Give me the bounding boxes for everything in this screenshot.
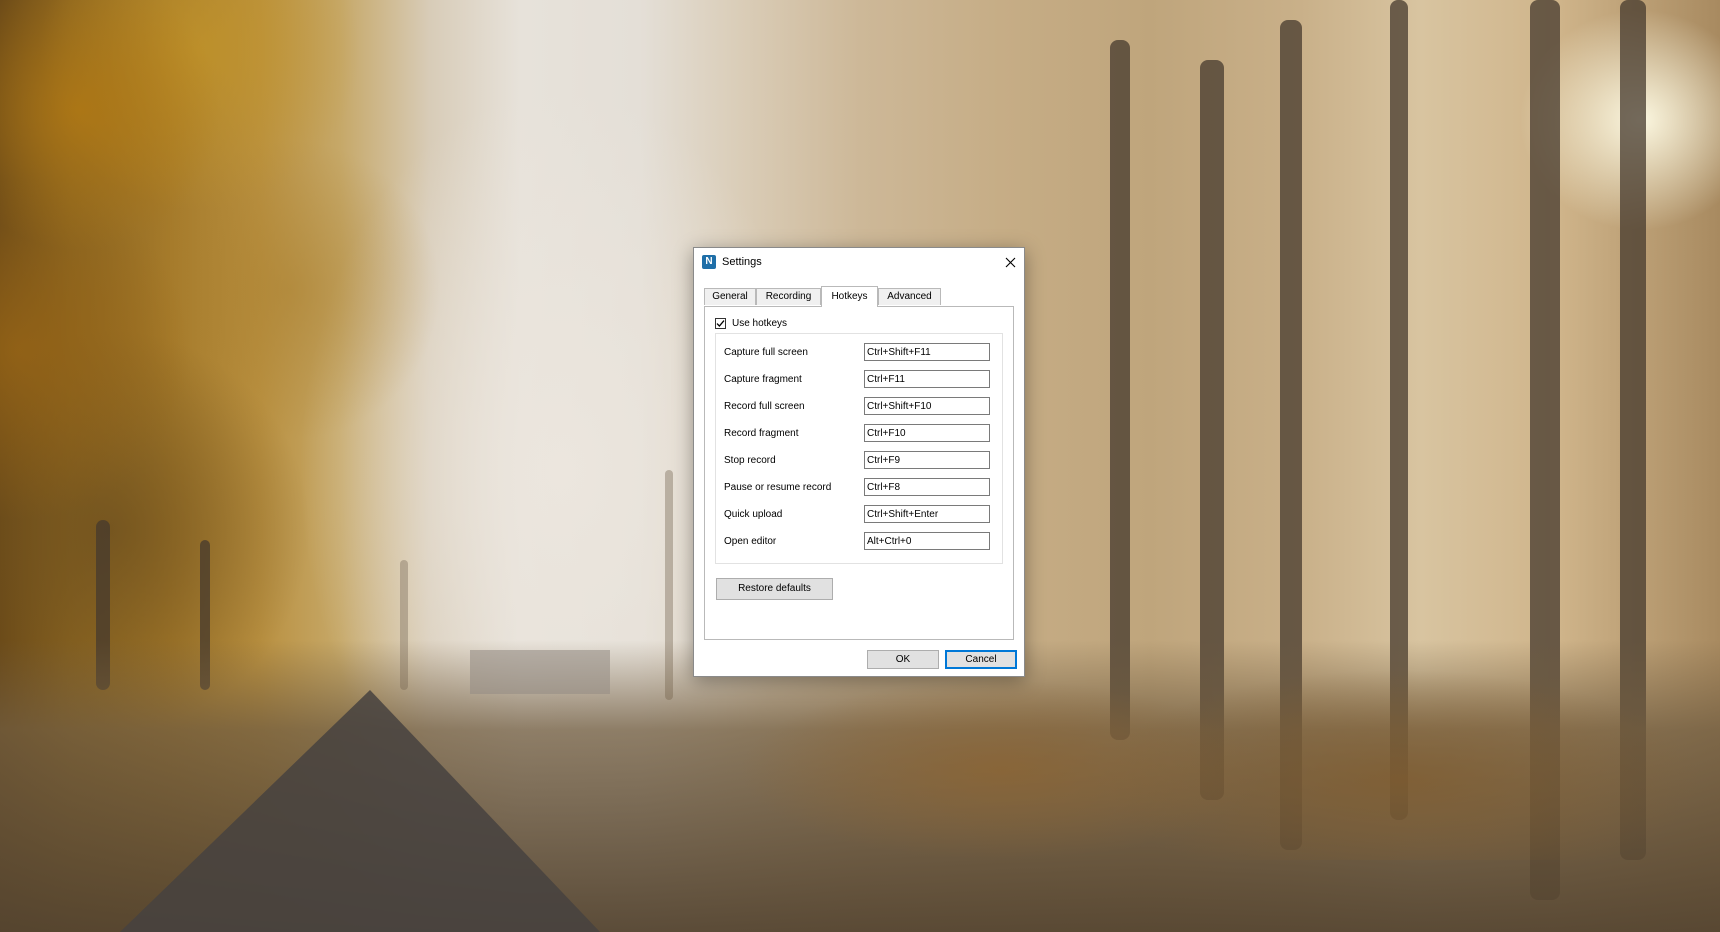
- use-hotkeys-option[interactable]: Use hotkeys: [715, 316, 787, 330]
- tab-recording[interactable]: Recording: [756, 288, 821, 305]
- hotkey-row-pause-resume-record: Pause or resume record: [716, 478, 1002, 498]
- hotkey-input-capture-full-screen[interactable]: [864, 343, 990, 361]
- tab-advanced[interactable]: Advanced: [878, 288, 941, 305]
- hotkey-row-open-editor: Open editor: [716, 532, 1002, 552]
- wallpaper-tree-trunk: [1110, 40, 1130, 740]
- use-hotkeys-label: Use hotkeys: [732, 317, 788, 329]
- hotkey-label: Stop record: [724, 455, 776, 466]
- tab-general[interactable]: General: [704, 288, 756, 305]
- checkmark-icon: [716, 319, 725, 327]
- hotkey-label: Quick upload: [724, 509, 783, 520]
- hotkey-row-capture-fragment: Capture fragment: [716, 370, 1002, 390]
- restore-defaults-button[interactable]: Restore defaults: [716, 578, 833, 600]
- hotkey-label: Capture full screen: [724, 347, 808, 358]
- hotkey-input-capture-fragment[interactable]: [864, 370, 990, 388]
- hotkey-input-stop-record[interactable]: [864, 451, 990, 469]
- wallpaper-road-far: [470, 650, 610, 694]
- tab-hotkeys[interactable]: Hotkeys: [821, 286, 878, 307]
- hotkey-label: Capture fragment: [724, 374, 802, 385]
- hotkeys-panel: Use hotkeys Capture full screen Capture …: [704, 306, 1014, 640]
- hotkey-label: Record fragment: [724, 428, 799, 439]
- settings-dialog: N Settings General Recording Hotkeys Adv…: [693, 247, 1025, 677]
- hotkey-row-quick-upload: Quick upload: [716, 505, 1002, 525]
- ok-button[interactable]: OK: [867, 650, 939, 669]
- cancel-button[interactable]: Cancel: [945, 650, 1017, 669]
- hotkey-row-record-fragment: Record fragment: [716, 424, 1002, 444]
- wallpaper-bushes: [700, 660, 1720, 860]
- settings-tabs: General Recording Hotkeys Advanced: [704, 286, 1016, 307]
- dialog-title: Settings: [722, 256, 762, 268]
- nimbus-app-icon: N: [702, 255, 716, 269]
- hotkey-label: Open editor: [724, 536, 777, 547]
- hotkey-input-pause-resume-record[interactable]: [864, 478, 990, 496]
- hotkey-input-quick-upload[interactable]: [864, 505, 990, 523]
- hotkey-row-capture-full-screen: Capture full screen: [716, 343, 1002, 363]
- hotkey-list: Capture full screen Capture fragment Rec…: [715, 333, 1003, 564]
- hotkey-input-open-editor[interactable]: [864, 532, 990, 550]
- hotkey-row-stop-record: Stop record: [716, 451, 1002, 471]
- hotkey-row-record-full-screen: Record full screen: [716, 397, 1002, 417]
- wallpaper-road: [120, 690, 600, 932]
- dialog-titlebar[interactable]: N Settings: [694, 248, 1024, 276]
- hotkey-label: Pause or resume record: [724, 482, 832, 493]
- use-hotkeys-checkbox[interactable]: [715, 317, 726, 329]
- hotkey-label: Record full screen: [724, 401, 805, 412]
- close-icon: [1005, 257, 1015, 267]
- wallpaper-foliage: [0, 0, 520, 730]
- close-button[interactable]: [996, 248, 1024, 276]
- hotkey-input-record-full-screen[interactable]: [864, 397, 990, 415]
- hotkey-input-record-fragment[interactable]: [864, 424, 990, 442]
